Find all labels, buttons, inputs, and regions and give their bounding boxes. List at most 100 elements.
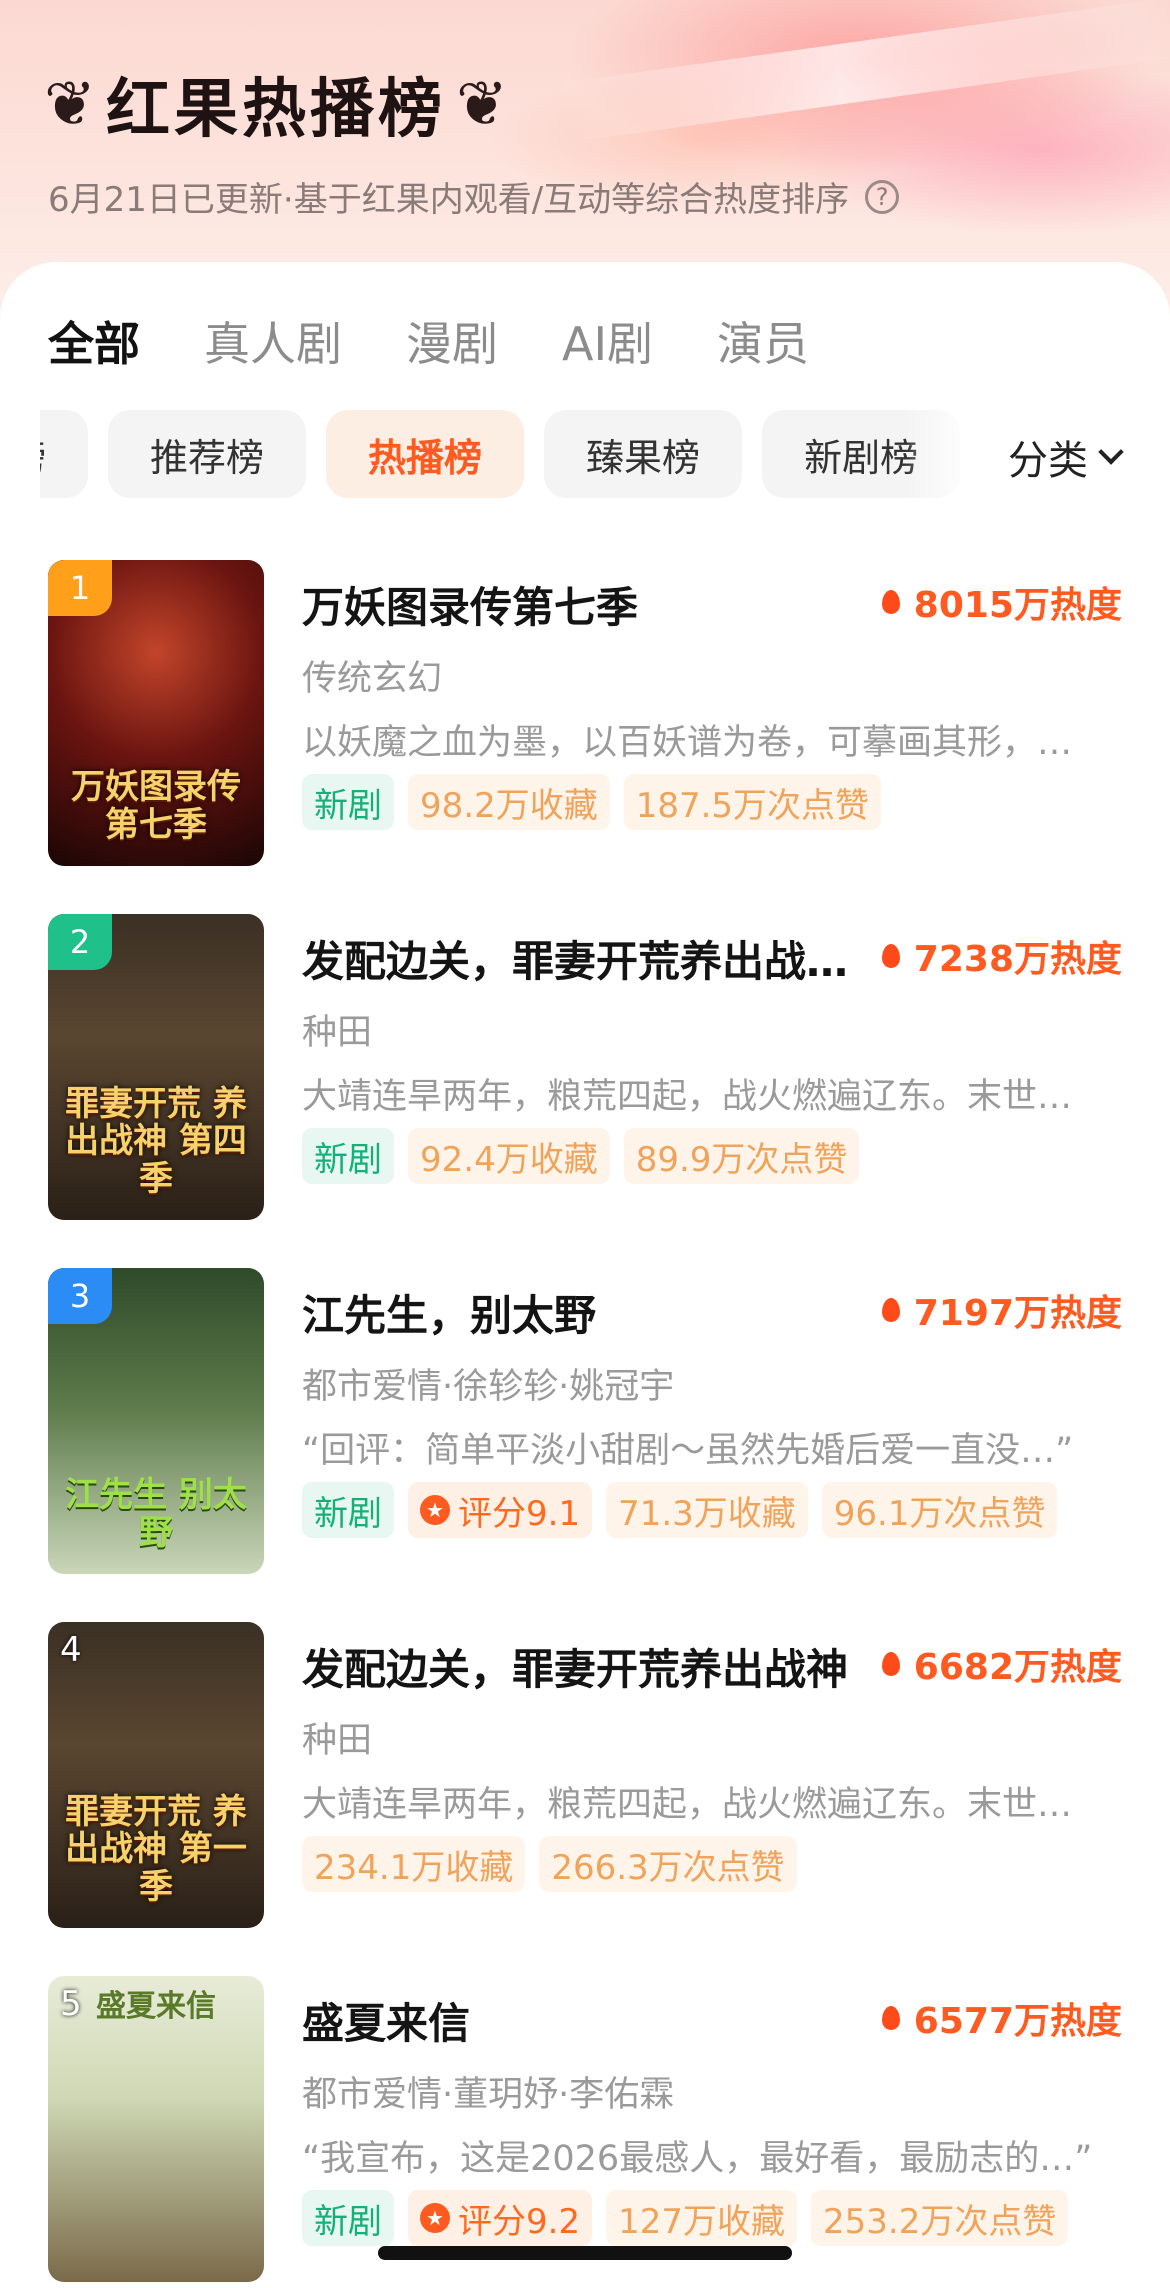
likes-tag: 89.9万次点赞	[623, 1128, 860, 1184]
chip-popular[interactable]: 热门榜	[40, 410, 89, 498]
heat-score: 7197万热度	[881, 1284, 1122, 1336]
question-circle-icon[interactable]: ?	[865, 179, 900, 214]
rating-tag: ★ 评分9.1	[408, 1482, 593, 1538]
likes-tag: 96.1万次点赞	[821, 1482, 1058, 1538]
list-item[interactable]: 万妖图录传 第七季 1 万妖图录传第七季 8015万热度 传统玄幻 以妖魔之血为…	[0, 548, 1170, 868]
description: 大靖连旱两年，粮荒四起，战火燃遍辽东。末世…	[302, 1077, 1073, 1117]
genre-text: 都市爱情·徐轸轸·姚冠宇	[302, 1367, 675, 1407]
poster-image[interactable]: 罪妻开荒 养出战神 第一季 4	[48, 1622, 264, 1928]
rating-value: 评分9.2	[458, 2201, 581, 2242]
poster-caption: 罪妻开荒 养出战神 第四季	[65, 1083, 247, 1199]
show-title[interactable]: 万妖图录传第七季	[302, 574, 638, 635]
heat-value: 7238万热度	[913, 939, 1122, 980]
tag-row: 新剧 92.4万收藏 89.9万次点赞	[302, 1128, 873, 1184]
favorites-tag: 71.3万收藏	[606, 1482, 808, 1538]
rank-badge: 1	[48, 560, 112, 616]
page-title: 红果热播榜	[105, 73, 446, 147]
heat-score: 6682万热度	[881, 1638, 1122, 1690]
poster-image[interactable]: 万妖图录传 第七季 1	[48, 560, 264, 866]
chips-fade	[905, 410, 975, 502]
laurel-right-icon: ❦	[455, 67, 508, 140]
poster-image[interactable]: 罪妻开荒 养出战神 第四季 2	[48, 914, 264, 1220]
tag-row: 新剧 ★ 评分9.1 71.3万收藏 96.1万次点赞	[302, 1482, 1071, 1538]
poster-caption: 盛夏来信	[96, 1989, 216, 2024]
heat-score: 6577万热度	[881, 1992, 1122, 2044]
chip-trending[interactable]: 热播榜	[326, 410, 525, 498]
tab-all[interactable]: 全部	[48, 308, 140, 374]
heat-value: 6682万热度	[913, 1647, 1122, 1688]
flame-icon	[881, 944, 900, 968]
top-tabs: 全部 真人剧 漫剧 AI剧 演员	[48, 308, 873, 374]
title-row: ❦ 红果热播榜 ❦	[44, 58, 508, 150]
poster-image[interactable]: 江先生 别太野 3	[48, 1268, 264, 1574]
genre-text: 传统玄幻	[302, 659, 443, 699]
genre-text: 种田	[302, 1013, 373, 1053]
rank-badge: 3	[48, 1268, 112, 1324]
poster-caption: 江先生 别太野	[65, 1475, 247, 1553]
description: 大靖连旱两年，粮荒四起，战火燃遍辽东。末世…	[302, 1785, 1073, 1825]
list-item[interactable]: 江先生 别太野 3 江先生，别太野 7197万热度 都市爱情·徐轸轸·姚冠宇 “…	[0, 1256, 1170, 1576]
favorites-tag: 92.4万收藏	[408, 1128, 610, 1184]
tag-row: 234.1万收藏 266.3万次点赞	[302, 1836, 811, 1892]
list-item[interactable]: 盛夏来信 5 盛夏来信 6577万热度 都市爱情·董玥妤·李佑霖 “我宣布，这是…	[0, 1964, 1170, 2284]
favorites-tag: 127万收藏	[606, 2190, 797, 2246]
rating-tag: ★ 评分9.2	[408, 2190, 593, 2246]
category-button[interactable]: 分类	[1008, 428, 1124, 486]
new-tag: 新剧	[302, 1482, 394, 1538]
heat-value: 8015万热度	[913, 585, 1122, 626]
chevron-down-icon	[1098, 439, 1124, 465]
flame-icon	[881, 590, 900, 614]
category-label: 分类	[1008, 438, 1088, 484]
description: 以妖魔之血为墨，以百妖谱为卷，可摹画其形，…	[302, 723, 1073, 763]
new-tag: 新剧	[302, 1128, 394, 1184]
subtitle-row: 6月21日已更新·基于红果内观看/互动等综合热度排序 ?	[48, 172, 900, 221]
heat-score: 7238万热度	[881, 930, 1122, 982]
show-title[interactable]: 发配边关，罪妻开荒养出战…	[302, 928, 848, 989]
genre-text: 都市爱情·董玥妤·李佑霖	[302, 2075, 675, 2115]
star-badge-icon: ★	[420, 2203, 450, 2233]
list-item[interactable]: 罪妻开荒 养出战神 第一季 4 发配边关，罪妻开荒养出战神 6682万热度 种田…	[0, 1610, 1170, 1930]
tag-row: 新剧 98.2万收藏 187.5万次点赞	[302, 774, 895, 830]
flame-icon	[881, 2006, 900, 2030]
genre-text: 种田	[302, 1721, 373, 1761]
tab-actors[interactable]: 演员	[717, 308, 809, 374]
rank-number: 5	[60, 1984, 82, 2024]
flame-icon	[881, 1298, 900, 1322]
description: “回评：简单平淡小甜剧～虽然先婚后爱一直没…”	[302, 1431, 1074, 1471]
ranking-sheet: 全部 真人剧 漫剧 AI剧 演员 热门榜 推荐榜 热播榜 臻果榜 新剧榜 分类 …	[0, 262, 1170, 2288]
new-tag: 新剧	[302, 774, 394, 830]
update-subtitle: 6月21日已更新·基于红果内观看/互动等综合热度排序	[48, 180, 850, 220]
likes-tag: 187.5万次点赞	[623, 774, 882, 830]
laurel-left-icon: ❦	[44, 67, 96, 140]
rating-value: 评分9.1	[458, 1493, 581, 1534]
chip-premium[interactable]: 臻果榜	[544, 410, 743, 498]
header-decoration	[558, 0, 1170, 143]
favorites-tag: 234.1万收藏	[302, 1836, 526, 1892]
show-title[interactable]: 江先生，别太野	[302, 1282, 596, 1343]
tab-live-action[interactable]: 真人剧	[204, 308, 342, 374]
favorites-tag: 98.2万收藏	[408, 774, 610, 830]
tab-ai[interactable]: AI剧	[562, 308, 653, 374]
rank-badge: 2	[48, 914, 112, 970]
heat-score: 8015万热度	[881, 576, 1122, 628]
heat-value: 7197万热度	[913, 1293, 1122, 1334]
likes-tag: 266.3万次点赞	[539, 1836, 797, 1892]
new-tag: 新剧	[302, 2190, 394, 2246]
rank-number: 4	[60, 1630, 82, 1670]
poster-caption: 罪妻开荒 养出战神 第一季	[65, 1791, 247, 1907]
show-title[interactable]: 发配边关，罪妻开荒养出战神	[302, 1636, 848, 1697]
flame-icon	[881, 1652, 900, 1676]
home-indicator[interactable]	[378, 2246, 792, 2260]
poster-image[interactable]: 盛夏来信 5	[48, 1976, 264, 2282]
heat-value: 6577万热度	[913, 2001, 1122, 2042]
chip-scroller[interactable]: 热门榜 推荐榜 热播榜 臻果榜 新剧榜	[40, 410, 975, 502]
poster-caption: 万妖图录传 第七季	[71, 767, 241, 845]
tag-row: 新剧 ★ 评分9.2 127万收藏 253.2万次点赞	[302, 2190, 1082, 2246]
star-badge-icon: ★	[420, 1495, 450, 1525]
likes-tag: 253.2万次点赞	[810, 2190, 1069, 2246]
list-item[interactable]: 罪妻开荒 养出战神 第四季 2 发配边关，罪妻开荒养出战… 7238万热度 种田…	[0, 902, 1170, 1222]
description: “我宣布，这是2026最感人，最好看，最励志的…”	[302, 2139, 1093, 2179]
tab-comic[interactable]: 漫剧	[406, 308, 498, 374]
chip-recommended[interactable]: 推荐榜	[108, 410, 307, 498]
show-title[interactable]: 盛夏来信	[302, 1990, 470, 2051]
